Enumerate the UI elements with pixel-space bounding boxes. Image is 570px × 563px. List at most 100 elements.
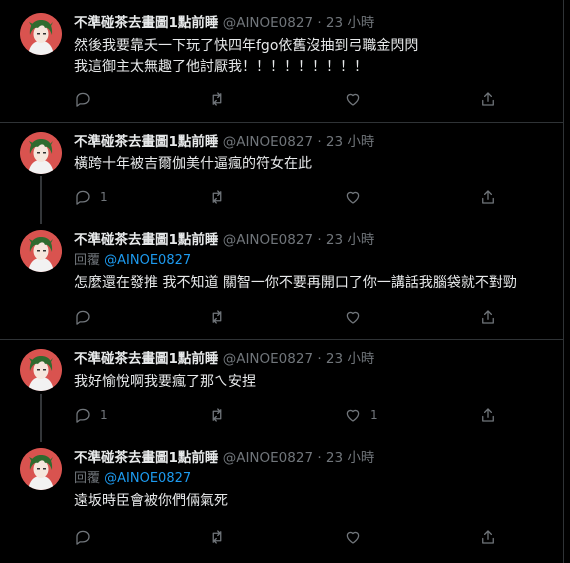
like-button[interactable]: 1: [344, 405, 378, 425]
tweet-text: 然後我要靠夭一下玩了快四年fgo依舊沒抽到弓職金閃閃 我這御主太無趣了他討厭我！…: [74, 36, 418, 78]
tweet[interactable]: 不準碰茶去畫圖1點前睡 @AINOE0827 · 23 小時 回覆 @AINOE…: [0, 224, 563, 339]
author-name[interactable]: 不準碰茶去畫圖1點前睡: [74, 450, 218, 466]
reply-prefix: 回覆: [74, 471, 101, 486]
tweet-text-line: 橫跨十年被吉爾伽美什逼瘋的符女在此: [74, 156, 312, 172]
share-button[interactable]: [479, 307, 497, 327]
meta-separator: ·: [313, 450, 326, 466]
author-name[interactable]: 不準碰茶去畫圖1點前睡: [74, 15, 218, 31]
tweet-text-line: 然後我要靠夭一下玩了快四年fgo依舊沒抽到弓職金閃閃: [74, 38, 419, 54]
tweet-time[interactable]: 23 小時: [326, 450, 374, 466]
share-icon: [479, 308, 497, 326]
share-icon: [479, 188, 497, 206]
author-handle[interactable]: @AINOE0827: [223, 15, 313, 31]
tweet-text-line: 怎麼還在發推 我不知道 關智一你不要再開口了你一講話我腦袋就不對勁: [74, 275, 517, 291]
tweet-actions: [74, 527, 514, 547]
like-button[interactable]: [344, 187, 370, 207]
tweet-header: 不準碰茶去畫圖1點前睡 @AINOE0827 · 23 小時: [74, 449, 374, 467]
share-button[interactable]: [479, 89, 497, 109]
share-icon: [479, 90, 497, 108]
tweet-time[interactable]: 23 小時: [326, 232, 374, 248]
tweet-actions: [74, 89, 514, 109]
author-name[interactable]: 不準碰茶去畫圖1點前睡: [74, 134, 218, 150]
like-count: 1: [370, 408, 378, 422]
tweet-text-line: 我這御主太無趣了他討厭我！！！！！！！！！: [74, 59, 368, 75]
reply-icon: [74, 406, 92, 424]
tweet[interactable]: 不準碰茶去畫圖1點前睡 @AINOE0827 · 23 小時 橫跨十年被吉爾伽美…: [0, 123, 563, 220]
tweet-text: 怎麼還在發推 我不知道 關智一你不要再開口了你一講話我腦袋就不對勁: [74, 273, 517, 294]
meta-separator: ·: [313, 232, 326, 248]
reply-count: 1: [100, 408, 108, 422]
heart-icon: [344, 188, 362, 206]
tweet-header: 不準碰茶去畫圖1點前睡 @AINOE0827 · 23 小時: [74, 133, 374, 151]
avatar[interactable]: [20, 448, 62, 490]
reply-button[interactable]: [74, 527, 100, 547]
reply-icon: [74, 90, 92, 108]
author-handle[interactable]: @AINOE0827: [223, 450, 313, 466]
column-border: [563, 0, 564, 563]
heart-icon: [344, 308, 362, 326]
meta-separator: ·: [313, 134, 326, 150]
reply-icon: [74, 528, 92, 546]
retweet-icon: [208, 528, 226, 546]
avatar[interactable]: [20, 349, 62, 391]
replying-to: 回覆 @AINOE0827: [74, 470, 191, 488]
replying-to: 回覆 @AINOE0827: [74, 252, 191, 270]
meta-separator: ·: [313, 15, 326, 31]
tweet-text: 橫跨十年被吉爾伽美什逼瘋的符女在此: [74, 154, 312, 175]
reply-count: 1: [100, 190, 108, 204]
author-handle[interactable]: @AINOE0827: [223, 351, 313, 367]
retweet-button[interactable]: [208, 405, 234, 425]
reply-handle-link[interactable]: @AINOE0827: [104, 471, 191, 486]
heart-icon: [344, 90, 362, 108]
tweet-time[interactable]: 23 小時: [326, 134, 374, 150]
reply-handle-link[interactable]: @AINOE0827: [104, 253, 191, 268]
tweet-time[interactable]: 23 小時: [326, 351, 374, 367]
retweet-button[interactable]: [208, 307, 234, 327]
tweet-text-line: 遠坂時臣會被你們倆氣死: [74, 493, 228, 509]
reply-button[interactable]: [74, 307, 100, 327]
like-button[interactable]: [344, 307, 370, 327]
avatar[interactable]: [20, 230, 62, 272]
reply-button[interactable]: 1: [74, 187, 108, 207]
share-icon: [479, 528, 497, 546]
retweet-button[interactable]: [208, 527, 234, 547]
tweet-actions: 1: [74, 187, 514, 207]
tweet-text-line: 我好愉悅啊我要瘋了那ㄟ安捏: [74, 374, 256, 390]
author-name[interactable]: 不準碰茶去畫圖1點前睡: [74, 351, 218, 367]
share-icon: [479, 406, 497, 424]
tweet-text: 我好愉悅啊我要瘋了那ㄟ安捏: [74, 372, 256, 393]
reply-icon: [74, 188, 92, 206]
tweet[interactable]: 不準碰茶去畫圖1點前睡 @AINOE0827 · 23 小時 然後我要靠夭一下玩…: [0, 0, 563, 122]
reply-prefix: 回覆: [74, 253, 101, 268]
retweet-icon: [208, 90, 226, 108]
tweet-time[interactable]: 23 小時: [326, 15, 374, 31]
retweet-button[interactable]: [208, 187, 234, 207]
author-handle[interactable]: @AINOE0827: [223, 232, 313, 248]
tweet-actions: [74, 307, 514, 327]
like-button[interactable]: [344, 89, 370, 109]
reply-icon: [74, 308, 92, 326]
retweet-icon: [208, 188, 226, 206]
tweet-header: 不準碰茶去畫圖1點前睡 @AINOE0827 · 23 小時: [74, 14, 374, 32]
avatar[interactable]: [20, 13, 62, 55]
share-button[interactable]: [479, 187, 497, 207]
reply-button[interactable]: [74, 89, 100, 109]
share-button[interactable]: [479, 527, 497, 547]
tweet-feed: 不準碰茶去畫圖1點前睡 @AINOE0827 · 23 小時 然後我要靠夭一下玩…: [0, 0, 570, 563]
tweet[interactable]: 不準碰茶去畫圖1點前睡 @AINOE0827 · 23 小時 回覆 @AINOE…: [0, 442, 563, 563]
avatar[interactable]: [20, 132, 62, 174]
author-name[interactable]: 不準碰茶去畫圖1點前睡: [74, 232, 218, 248]
tweet-header: 不準碰茶去畫圖1點前睡 @AINOE0827 · 23 小時: [74, 231, 374, 249]
reply-button[interactable]: 1: [74, 405, 108, 425]
like-button[interactable]: [344, 527, 370, 547]
tweet-actions: 11: [74, 405, 514, 425]
retweet-icon: [208, 308, 226, 326]
share-button[interactable]: [479, 405, 497, 425]
retweet-icon: [208, 406, 226, 424]
author-handle[interactable]: @AINOE0827: [223, 134, 313, 150]
tweet-header: 不準碰茶去畫圖1點前睡 @AINOE0827 · 23 小時: [74, 350, 374, 368]
heart-icon: [344, 406, 362, 424]
meta-separator: ·: [313, 351, 326, 367]
tweet[interactable]: 不準碰茶去畫圖1點前睡 @AINOE0827 · 23 小時 我好愉悅啊我要瘋了…: [0, 340, 563, 440]
retweet-button[interactable]: [208, 89, 234, 109]
